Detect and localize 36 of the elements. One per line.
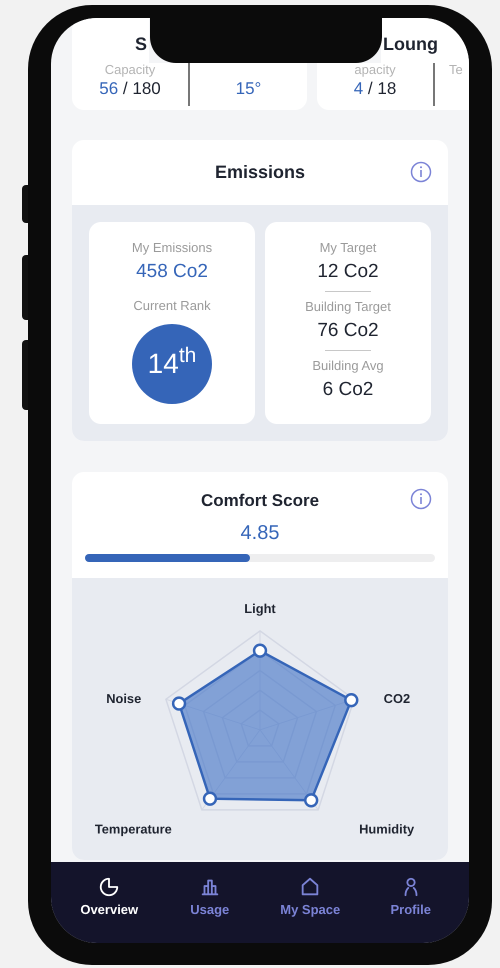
axis-label: Light bbox=[244, 600, 276, 616]
nav-tab[interactable]: Overview bbox=[69, 876, 150, 920]
stat-label: My Emissions bbox=[132, 239, 212, 257]
comfort-score: 4.85 bbox=[240, 520, 280, 546]
info-icon[interactable] bbox=[410, 161, 432, 183]
axis-label: Noise bbox=[106, 690, 142, 706]
stat-label: Current Rank bbox=[133, 297, 211, 315]
stat-value: 4 / 18 bbox=[354, 78, 396, 100]
rank-badge: 14$^{th}$ bbox=[132, 324, 212, 404]
nav-tab[interactable]: Usage bbox=[170, 876, 250, 920]
pie-chart-icon bbox=[98, 876, 120, 898]
stat-value: 458 Co2 bbox=[136, 260, 208, 284]
stat-label: My Target bbox=[320, 239, 376, 257]
room-card[interactable]: apacity 4 / 18 Te bbox=[317, 63, 469, 110]
info-icon[interactable] bbox=[410, 488, 432, 510]
stat-value: 15° bbox=[236, 78, 262, 100]
card-title: Comfort Score bbox=[200, 490, 320, 512]
nav-tab[interactable]: My Space bbox=[270, 876, 350, 920]
stat-label: Building Avg bbox=[312, 357, 384, 375]
stat-label: Capacity bbox=[104, 63, 156, 77]
room-title: Loung bbox=[383, 35, 438, 53]
card-title: Emissions bbox=[214, 161, 306, 184]
stat-value: 6 Co2 bbox=[322, 378, 374, 402]
nav-tab[interactable]: Profile bbox=[370, 876, 451, 920]
axis-label: Humidity bbox=[359, 821, 414, 836]
axis-label: CO2 bbox=[384, 690, 410, 706]
stat-label: Building Target bbox=[305, 298, 391, 316]
axis-label: Temperature bbox=[94, 821, 172, 836]
stat-value: 56 / 180 bbox=[99, 78, 161, 100]
home-icon bbox=[299, 876, 322, 898]
room-card[interactable]: Capacity 56 / 180 15° bbox=[72, 63, 307, 110]
stat-label: Te bbox=[449, 63, 463, 77]
stat-label: apacity bbox=[354, 63, 396, 77]
room-title: S bbox=[134, 35, 147, 53]
stat-value: 12 Co2 bbox=[317, 260, 379, 284]
stat-value: 76 Co2 bbox=[317, 318, 379, 342]
